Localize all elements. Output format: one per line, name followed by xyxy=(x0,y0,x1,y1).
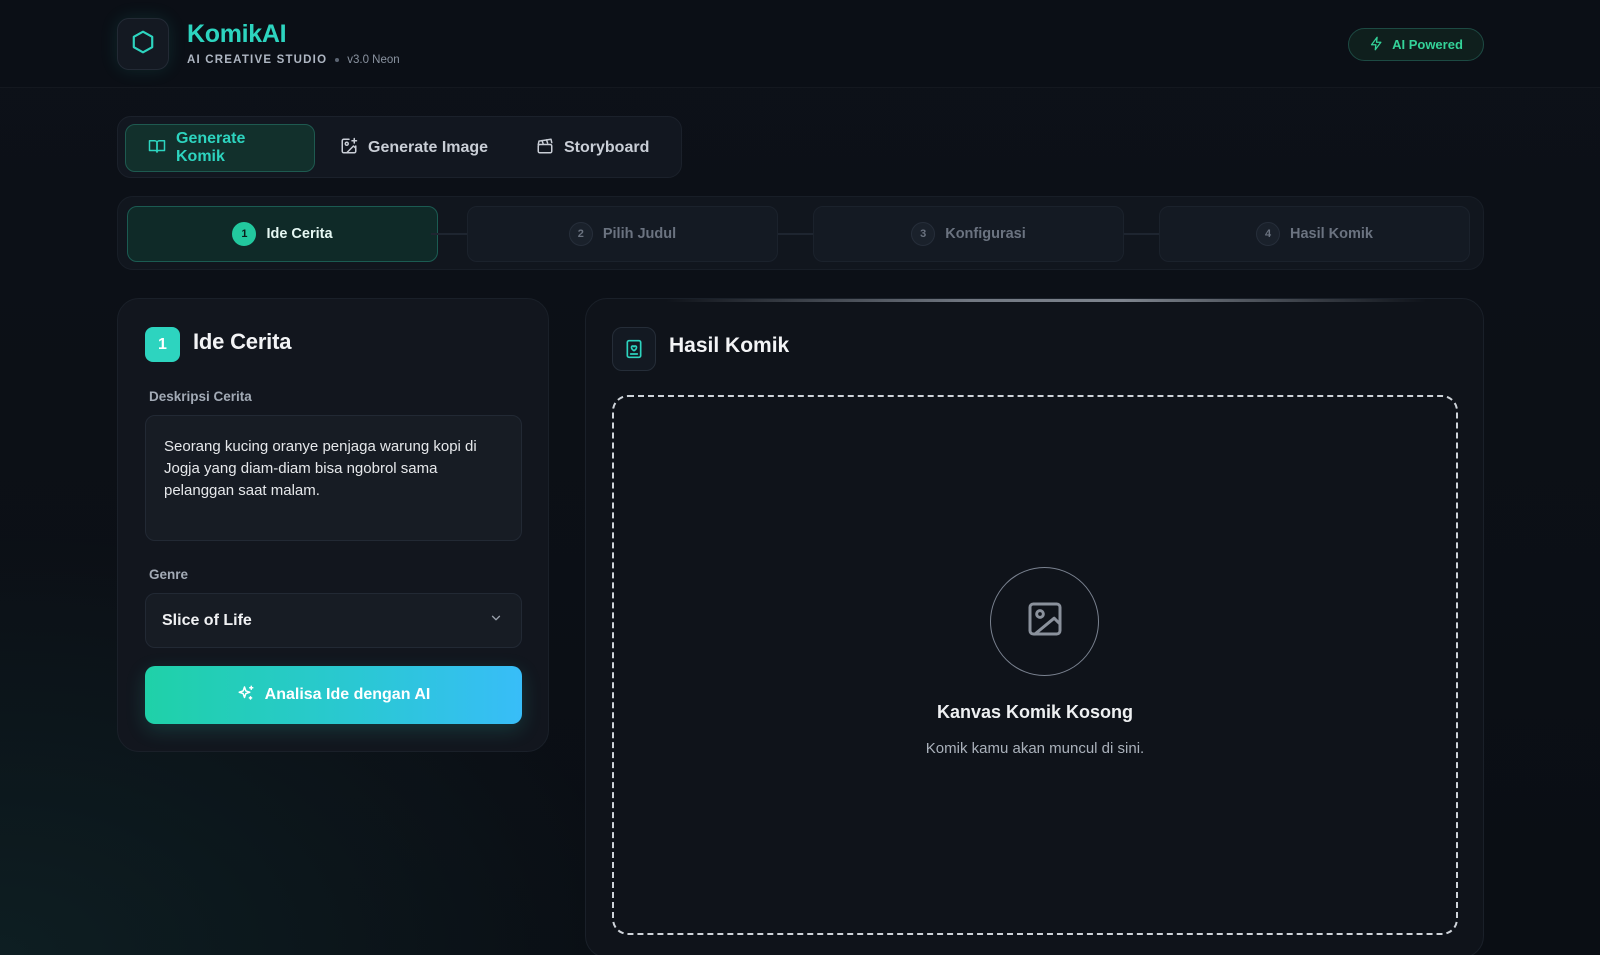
tab-storyboard[interactable]: Storyboard xyxy=(514,124,671,172)
comic-canvas-dropzone: Kanvas Komik Kosong Komik kamu akan munc… xyxy=(612,395,1458,935)
description-label: Deskripsi Cerita xyxy=(149,389,252,404)
idea-card: 1 Ide Cerita Deskripsi Cerita Seorang ku… xyxy=(117,298,549,752)
step-label: Pilih Judul xyxy=(602,226,677,242)
progress-stepper: 1 Ide Cerita 2 Pilih Judul 3 Konfigurasi… xyxy=(117,196,1484,270)
empty-state-subtitle: Komik kamu akan muncul di sini. xyxy=(925,740,1145,757)
step-pilih-judul[interactable]: 2 Pilih Judul xyxy=(467,206,778,262)
clapperboard-icon xyxy=(536,137,554,160)
result-card: Hasil Komik Kanvas Komik Kosong Komik ka… xyxy=(585,298,1484,955)
card-glow-line xyxy=(666,299,1426,302)
step-connector xyxy=(431,233,467,235)
separator-dot xyxy=(335,58,340,62)
image-plus-icon xyxy=(340,137,358,160)
step-label: Konfigurasi xyxy=(945,226,1026,242)
ai-powered-badge: AI Powered xyxy=(1348,28,1484,61)
brand-title: KomikAI xyxy=(187,20,287,48)
step-connector xyxy=(1124,233,1160,235)
tab-generate-image[interactable]: Generate Image xyxy=(318,124,510,172)
step-konfigurasi[interactable]: 3 Konfigurasi xyxy=(813,206,1124,262)
step-badge: 1 xyxy=(145,327,180,362)
result-title: Hasil Komik xyxy=(669,334,790,357)
empty-state-circle xyxy=(990,567,1099,676)
tab-label: Storyboard xyxy=(564,139,650,156)
empty-state-title: Kanvas Komik Kosong xyxy=(936,702,1134,722)
description-textarea[interactable]: Seorang kucing oranye penjaga warung kop… xyxy=(145,415,522,541)
step-number: 2 xyxy=(568,222,593,246)
step-label: Ide Cerita xyxy=(266,226,333,242)
logo xyxy=(117,18,169,70)
tab-label: Generate Image xyxy=(368,139,489,156)
brand-subtitle: AI CREATIVE STUDIO xyxy=(187,54,328,66)
brand-subtitle-row: AI CREATIVE STUDIO v3.0 Neon xyxy=(187,54,400,66)
cta-label: Analisa Ide dengan AI xyxy=(264,686,431,703)
step-number: 4 xyxy=(1256,222,1280,246)
book-open-icon xyxy=(148,137,166,160)
ai-badge-label: AI Powered xyxy=(1392,37,1463,52)
image-icon xyxy=(1025,599,1065,644)
step-label: Hasil Komik xyxy=(1290,226,1373,242)
genre-label: Genre xyxy=(149,567,189,582)
card-title: Ide Cerita xyxy=(193,329,292,354)
hexagon-icon xyxy=(130,29,156,60)
step-connector xyxy=(778,233,814,235)
genre-select[interactable]: Slice of Life xyxy=(145,593,522,648)
genre-value: Slice of Life xyxy=(162,611,252,629)
step-number: 3 xyxy=(911,222,936,246)
tab-label: Generate Komik xyxy=(176,130,246,165)
sparkles-icon xyxy=(237,684,255,707)
chevron-down-icon xyxy=(489,611,503,630)
app-header: KomikAI AI CREATIVE STUDIO v3.0 Neon AI … xyxy=(0,0,1600,88)
step-hasil-komik[interactable]: 4 Hasil Komik xyxy=(1159,206,1470,262)
step-number: 1 xyxy=(232,222,257,246)
step-ide-cerita[interactable]: 1 Ide Cerita xyxy=(127,206,438,262)
lightning-icon xyxy=(1369,36,1384,54)
tab-generate-komik[interactable]: Generate Komik xyxy=(125,124,315,172)
version-label: v3.0 Neon xyxy=(347,54,400,66)
main-tabs: Generate Komik Generate Image Storyboard xyxy=(117,116,682,178)
comic-book-icon xyxy=(612,327,656,371)
analyze-idea-button[interactable]: Analisa Ide dengan AI xyxy=(145,666,522,724)
